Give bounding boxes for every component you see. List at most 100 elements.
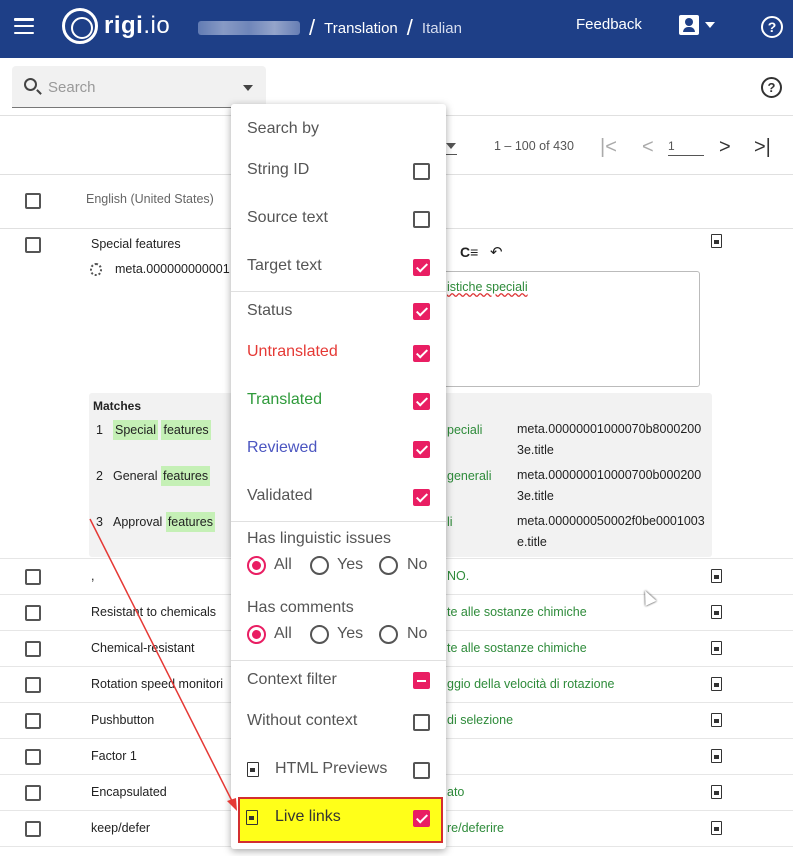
source-text: Rotation speed monitori <box>91 677 224 691</box>
row-checkbox[interactable] <box>25 237 41 253</box>
row-checkbox[interactable] <box>25 821 41 837</box>
row-checkbox[interactable] <box>25 605 41 621</box>
target-text[interactable]: NO. <box>447 569 469 583</box>
target-text-checkbox[interactable] <box>413 259 430 276</box>
row-checkbox[interactable] <box>25 641 41 657</box>
context-filter-checkbox[interactable] <box>413 672 430 689</box>
without-context-option[interactable]: Without context <box>247 712 357 730</box>
html-previews-option[interactable]: HTML Previews <box>275 760 387 778</box>
match-meta: meta.000000050002f0be0001003e.title <box>517 514 705 549</box>
logo-text: rigi.io <box>104 12 171 39</box>
match-source[interactable]: Special features <box>113 420 211 440</box>
preview-icon[interactable] <box>711 749 722 763</box>
last-page-icon[interactable]: >| <box>754 136 771 159</box>
preview-icon[interactable] <box>711 713 722 727</box>
source-text: Resistant to chemicals <box>91 605 217 619</box>
search-field[interactable] <box>12 66 266 108</box>
page-number-input[interactable] <box>668 136 704 156</box>
matches-title: Matches <box>93 399 142 413</box>
source-column-header: English (United States) <box>86 192 214 206</box>
status-untranslated[interactable]: Untranslated <box>247 343 338 361</box>
status-reviewed[interactable]: Reviewed <box>247 439 317 457</box>
row-checkbox[interactable] <box>25 713 41 729</box>
search-by-target-text[interactable]: Target text <box>247 257 322 275</box>
html-previews-checkbox[interactable] <box>413 762 430 779</box>
logo[interactable]: rigi.io <box>62 8 170 44</box>
search-help-icon[interactable]: ? <box>761 77 782 98</box>
match-target[interactable]: generali <box>447 469 491 483</box>
live-links-option[interactable]: Live links <box>275 808 341 826</box>
string-id-checkbox[interactable] <box>413 163 430 180</box>
match-source[interactable]: Approval features <box>113 512 215 532</box>
reviewed-checkbox[interactable] <box>413 441 430 458</box>
match-number: 1 <box>96 423 103 437</box>
untranslated-checkbox[interactable] <box>413 345 430 362</box>
preview-icon[interactable] <box>711 677 722 691</box>
string-id: meta.000000000001 <box>115 262 230 276</box>
row-checkbox[interactable] <box>25 569 41 585</box>
comments-all-radio[interactable] <box>247 625 266 644</box>
preview-icon[interactable] <box>711 785 722 799</box>
match-target[interactable]: peciali <box>447 423 482 437</box>
compare-icon[interactable]: C≡ <box>460 244 478 260</box>
source-text-checkbox[interactable] <box>413 211 430 228</box>
status-heading: Status <box>247 302 293 319</box>
account-icon <box>679 15 699 35</box>
match-target[interactable]: li <box>447 515 453 529</box>
account-menu-button[interactable] <box>679 15 715 35</box>
feedback-button[interactable]: Feedback <box>576 16 642 33</box>
search-options-dropdown-icon[interactable] <box>243 85 253 91</box>
breadcrumb-translation[interactable]: Translation <box>324 20 398 37</box>
radio-label: No <box>407 556 428 573</box>
previous-page-icon[interactable]: < <box>642 136 654 159</box>
first-page-icon[interactable]: |< <box>600 136 617 159</box>
search-by-string-id[interactable]: String ID <box>247 161 309 179</box>
status-validated[interactable]: Validated <box>247 487 313 505</box>
target-text[interactable]: di selezione <box>447 713 513 727</box>
live-links-checkbox[interactable] <box>413 810 430 827</box>
comments-yes-radio[interactable] <box>310 625 329 644</box>
row-checkbox[interactable] <box>25 749 41 765</box>
help-icon[interactable]: ? <box>761 16 783 38</box>
target-text[interactable]: ggio della velocità di rotazione <box>447 677 614 691</box>
preview-icon[interactable] <box>711 821 722 835</box>
breadcrumb-language: Italian <box>421 19 462 37</box>
match-meta: meta.00000001000070b80002003e.title <box>517 422 702 457</box>
translated-checkbox[interactable] <box>413 393 430 410</box>
row-checkbox[interactable] <box>25 677 41 693</box>
search-input[interactable] <box>48 76 228 98</box>
target-text[interactable]: te alle sostanze chimiche <box>447 605 587 619</box>
target-text[interactable]: ato <box>447 785 464 799</box>
target-text[interactable]: te alle sostanze chimiche <box>447 641 587 655</box>
radio-label: Yes <box>337 556 364 573</box>
logo-mark-icon <box>62 8 98 44</box>
translation-text[interactable]: istiche speciali <box>447 280 528 294</box>
linguistic-all-radio[interactable] <box>247 556 266 575</box>
undo-icon[interactable]: ↶ <box>490 243 503 261</box>
page-size-dropdown-icon[interactable] <box>446 143 456 149</box>
menu-icon[interactable] <box>14 18 34 34</box>
preview-icon[interactable] <box>711 605 722 619</box>
context-filter-heading: Context filter <box>247 671 337 688</box>
radio-label: All <box>274 556 292 573</box>
match-source[interactable]: General features <box>113 466 211 486</box>
comments-no-radio[interactable] <box>379 625 398 644</box>
preview-icon[interactable] <box>711 234 722 248</box>
validated-checkbox[interactable] <box>413 489 430 506</box>
search-by-source-text[interactable]: Source text <box>247 209 328 227</box>
without-context-checkbox[interactable] <box>413 714 430 731</box>
row-checkbox[interactable] <box>25 785 41 801</box>
next-page-icon[interactable]: > <box>719 136 731 159</box>
linguistic-no-radio[interactable] <box>379 556 398 575</box>
preview-icon[interactable] <box>711 569 722 583</box>
match-meta: meta.000000010000700b0002003e.title <box>517 468 702 503</box>
status-translated[interactable]: Translated <box>247 391 322 409</box>
linguistic-yes-radio[interactable] <box>310 556 329 575</box>
status-all-checkbox[interactable] <box>413 303 430 320</box>
preview-icon[interactable] <box>711 641 722 655</box>
source-text: keep/defer <box>91 821 151 835</box>
top-bar: rigi.io / Translation / Italian Feedback… <box>0 0 793 58</box>
breadcrumb-project-redacted[interactable] <box>198 21 300 35</box>
target-text[interactable]: re/deferire <box>447 821 504 835</box>
select-all-checkbox[interactable] <box>25 193 41 209</box>
